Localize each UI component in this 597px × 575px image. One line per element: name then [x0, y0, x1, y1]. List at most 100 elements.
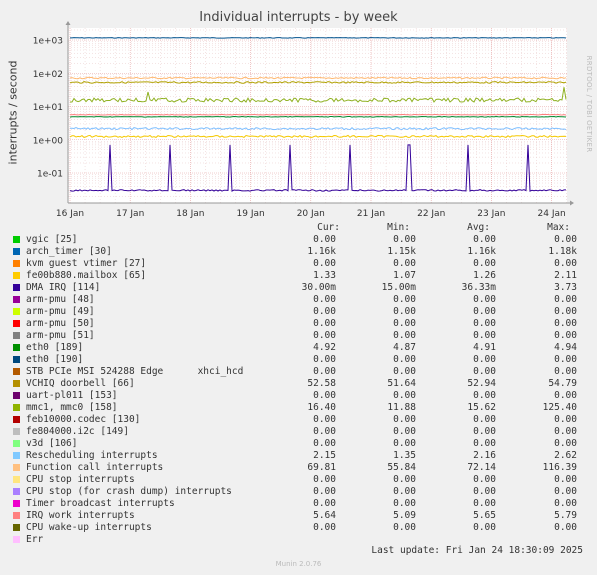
legend-avg-value: 0.00: [473, 426, 496, 437]
legend-min-value: 5.09: [393, 510, 416, 521]
legend-swatch: [13, 380, 20, 387]
legend-avg-value: 1.16k: [467, 246, 496, 257]
legend-row: eth0 [190] 0.00 0.00 0.00 0.00: [0, 354, 597, 366]
legend-avg-value: 0.00: [473, 498, 496, 509]
legend-row: CPU stop interrupts 0.00 0.00 0.00 0.00: [0, 474, 597, 486]
legend-min-value: 1.15k: [387, 246, 416, 257]
legend-max-value: 0.00: [554, 234, 577, 245]
legend-cur-value: 0.00: [313, 330, 336, 341]
legend-min-value: 0.00: [393, 318, 416, 329]
legend-row: kvm guest vtimer [27] 0.00 0.00 0.00 0.00: [0, 258, 597, 270]
legend-label: VCHIQ doorbell [66]: [26, 378, 135, 389]
legend-row: IRQ work interrupts 5.64 5.09 5.65 5.79: [0, 510, 597, 522]
legend-label: eth0 [190]: [26, 354, 84, 365]
x-tick-label: 22 Jan: [417, 209, 445, 219]
x-tick-label: 18 Jan: [176, 209, 204, 219]
legend-label: Rescheduling interrupts: [26, 450, 158, 461]
legend-label: Timer broadcast interrupts: [26, 498, 175, 509]
legend-swatch: [13, 500, 20, 507]
legend-swatch: [13, 536, 20, 543]
y-tick-label: 1e+02: [33, 70, 63, 80]
legend-min-value: 0.00: [393, 354, 416, 365]
legend-cur-value: 2.15: [313, 450, 336, 461]
legend-cur-value: 0.00: [313, 426, 336, 437]
x-tick-label: 23 Jan: [477, 209, 505, 219]
legend-avg-value: 0.00: [473, 486, 496, 497]
legend-cur-value: 0.00: [313, 306, 336, 317]
legend-row: arch_timer [30] 1.16k 1.15k 1.16k 1.18k: [0, 246, 597, 258]
legend-cur-value: 0.00: [313, 474, 336, 485]
legend-label: vgic [25]: [26, 234, 78, 245]
legend-label: uart-pl011 [153]: [26, 390, 118, 401]
legend-max-value: 2.11: [554, 270, 577, 281]
legend-header-max: Max:: [547, 222, 570, 233]
legend-max-value: 54.79: [548, 378, 577, 389]
legend-avg-value: 0.00: [473, 366, 496, 377]
legend-min-value: 0.00: [393, 414, 416, 425]
legend-header-min: Min:: [387, 222, 410, 233]
legend-label: CPU stop interrupts: [26, 474, 135, 485]
legend-swatch: [13, 440, 20, 447]
legend-avg-value: 0.00: [473, 330, 496, 341]
legend-cur-value: 0.00: [313, 390, 336, 401]
legend-min-value: 1.35: [393, 450, 416, 461]
legend-label: Function call interrupts: [26, 462, 164, 473]
legend-avg-value: 5.65: [473, 510, 496, 521]
legend-max-value: 116.39: [542, 462, 577, 473]
legend-cur-value: 0.00: [313, 294, 336, 305]
legend-min-value: 0.00: [393, 426, 416, 437]
legend-swatch: [13, 248, 20, 255]
legend-cur-value: 0.00: [313, 486, 336, 497]
legend-max-value: 125.40: [542, 402, 577, 413]
legend-row: feb10000.codec [130] 0.00 0.00 0.00 0.00: [0, 414, 597, 426]
munin-version: Munin 2.0.76: [275, 560, 322, 568]
legend-label: arm-pmu [49]: [26, 306, 95, 317]
legend-min-value: 0.00: [393, 522, 416, 533]
legend-row: arm-pmu [49] 0.00 0.00 0.00 0.00: [0, 306, 597, 318]
legend-row: fe00b880.mailbox [65] 1.33 1.07 1.26 2.11: [0, 270, 597, 282]
legend-label: Err: [26, 534, 44, 545]
legend-swatch: [13, 272, 20, 279]
munin-graph: Individual interrupts - by week interrup…: [0, 0, 597, 575]
legend-swatch: [13, 428, 20, 435]
legend-swatch: [13, 284, 20, 291]
legend-label: CPU stop (for crash dump) interrupts: [26, 486, 232, 497]
legend-swatch: [13, 344, 20, 351]
legend-min-value: 0.00: [393, 306, 416, 317]
legend-swatch: [13, 464, 20, 471]
legend-row: VCHIQ doorbell [66] 52.58 51.64 52.94 54.79: [0, 378, 597, 390]
legend-row: Timer broadcast interrupts 0.00 0.00 0.00 0.…: [0, 498, 597, 510]
legend-min-value: 0.00: [393, 438, 416, 449]
legend-row: CPU stop (for crash dump) interrupts 0.00…: [0, 486, 597, 498]
legend-avg-value: 0.00: [473, 318, 496, 329]
legend-cur-value: 16.40: [307, 402, 336, 413]
legend-row: uart-pl011 [153] 0.00 0.00 0.00 0.00: [0, 390, 597, 402]
y-tick-label: 1e+03: [33, 37, 63, 47]
legend-max-value: 0.00: [554, 414, 577, 425]
legend-label: CPU wake-up interrupts: [26, 522, 152, 533]
legend-row: arm-pmu [51] 0.00 0.00 0.00 0.00: [0, 330, 597, 342]
legend-max-value: 0.00: [554, 366, 577, 377]
legend-max-value: 1.18k: [548, 246, 577, 257]
legend-swatch: [13, 260, 20, 267]
legend-min-value: 55.84: [387, 462, 416, 473]
legend-label: arch_timer [30]: [26, 246, 112, 257]
legend-avg-value: 0.00: [473, 306, 496, 317]
legend-min-value: 51.64: [387, 378, 416, 389]
legend-min-value: 1.07: [393, 270, 416, 281]
legend-cur-value: 1.33: [313, 270, 336, 281]
legend-swatch: [13, 416, 20, 423]
legend-swatch: [13, 488, 20, 495]
legend-cur-value: 0.00: [313, 438, 336, 449]
legend-header-avg: Avg:: [467, 222, 490, 233]
x-tick-label: 19 Jan: [237, 209, 265, 219]
legend-avg-value: 0.00: [473, 234, 496, 245]
legend-row: vgic [25] 0.00 0.00 0.00 0.00: [0, 234, 597, 246]
legend-row: arm-pmu [50] 0.00 0.00 0.00 0.00: [0, 318, 597, 330]
legend-swatch: [13, 452, 20, 459]
legend-label: arm-pmu [50]: [26, 318, 95, 329]
x-tick-label: 17 Jan: [116, 209, 144, 219]
legend-row: eth0 [189] 4.92 4.87 4.91 4.94: [0, 342, 597, 354]
legend-max-value: 0.00: [554, 498, 577, 509]
legend-avg-value: 0.00: [473, 522, 496, 533]
